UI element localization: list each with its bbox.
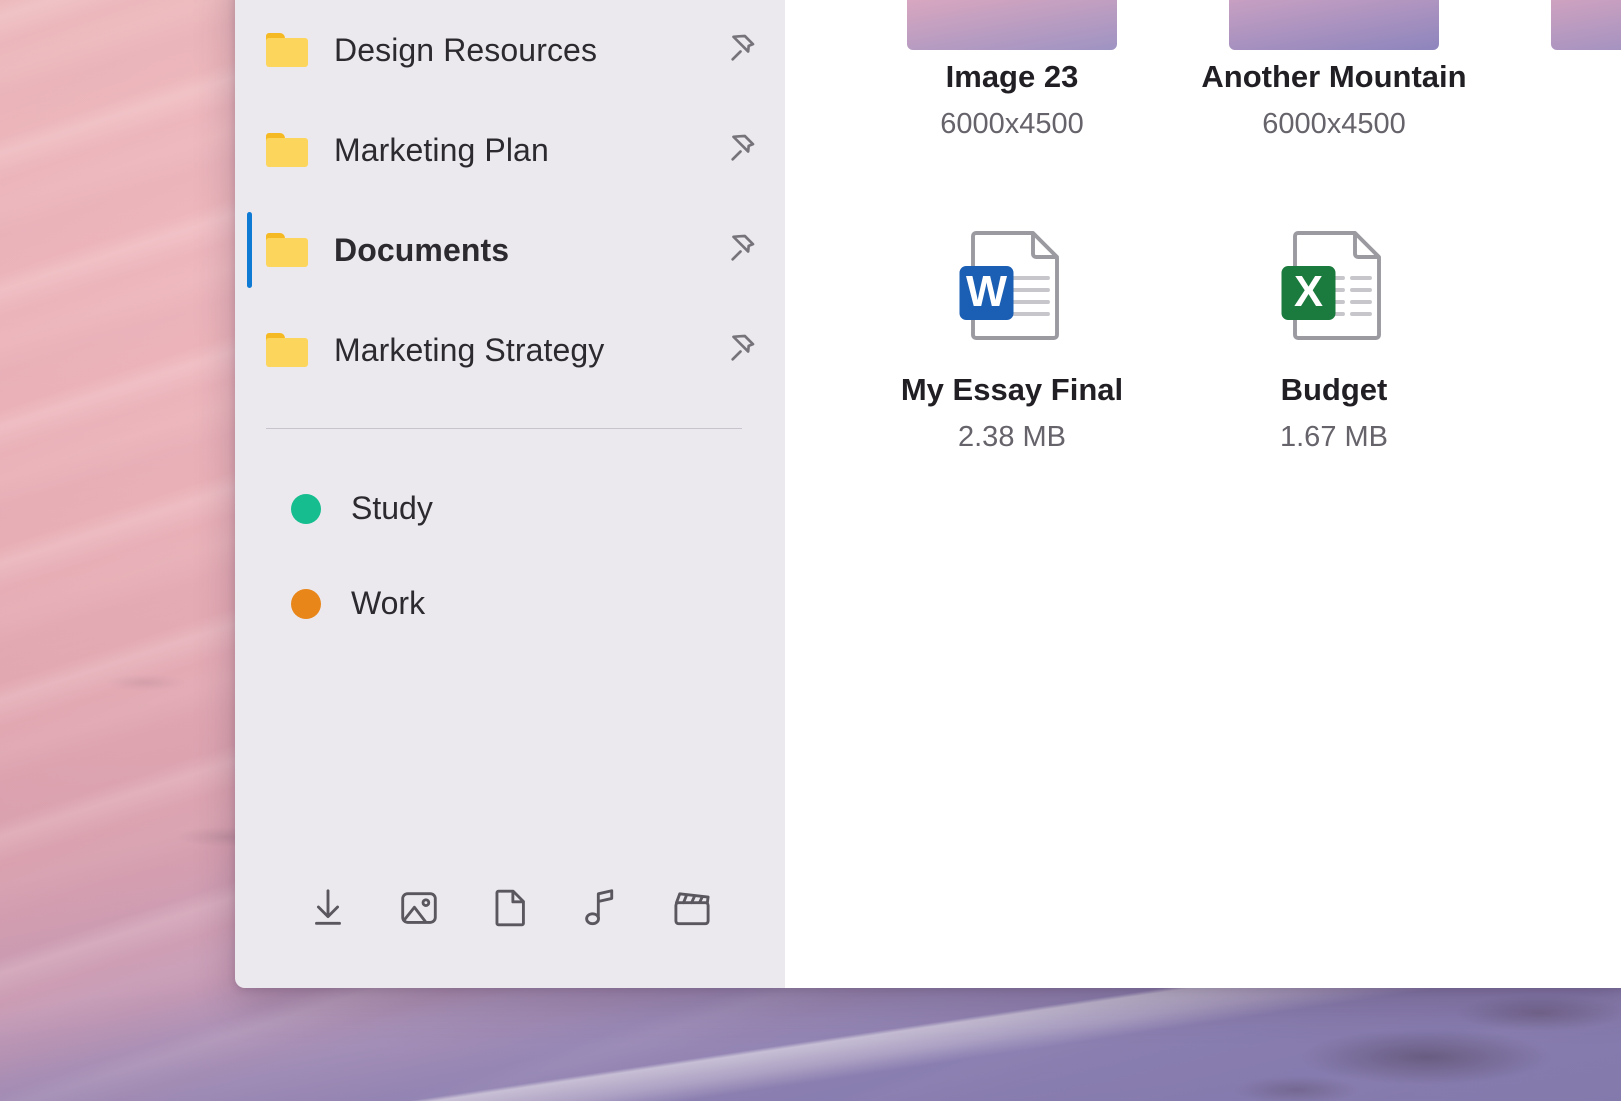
- tag-color-dot: [291, 493, 321, 524]
- file-card[interactable]: Another Mountain 6000x4500: [1173, 0, 1495, 141]
- word-document-icon: W: [907, 205, 1117, 363]
- tag-label: Work: [351, 585, 426, 621]
- sidebar-item-documents[interactable]: Documents: [235, 200, 785, 300]
- sidebar-item-label: Marketing Strategy: [334, 331, 605, 368]
- downloads-icon[interactable]: [283, 876, 374, 940]
- file-name: My Essay Final: [900, 372, 1124, 408]
- file-explorer-window: Design Resources Marketing Plan Document…: [235, 0, 1621, 988]
- photo-thumbnail: [1551, 0, 1621, 50]
- tag-list: Study Work: [235, 429, 785, 651]
- photo-thumbnail: [907, 0, 1117, 50]
- file-card[interactable]: W My Essay Final 2.38 MB: [851, 187, 1173, 454]
- svg-text:X: X: [1294, 268, 1323, 316]
- file-card[interactable]: Image 23 6000x4500: [851, 0, 1173, 141]
- desktop-wallpaper: Design Resources Marketing Plan Document…: [0, 0, 1621, 1101]
- sidebar: Design Resources Marketing Plan Document…: [235, 0, 785, 988]
- pin-icon[interactable]: [719, 330, 759, 370]
- sidebar-item-design-resources[interactable]: Design Resources: [235, 0, 785, 100]
- selection-indicator: [247, 212, 252, 288]
- videos-icon[interactable]: [646, 876, 737, 940]
- file-grid: Image 23 6000x4500 Another Mountain 6000…: [785, 0, 1621, 454]
- quick-access-bar: [235, 876, 785, 988]
- file-meta: 6000x4500: [940, 108, 1084, 141]
- folder-icon: [266, 133, 308, 167]
- sidebar-item-label: Marketing Plan: [334, 131, 549, 168]
- file-meta: 1.67 MB: [1280, 421, 1388, 454]
- svg-text:W: W: [966, 268, 1008, 316]
- sidebar-item-marketing-plan[interactable]: Marketing Plan: [235, 100, 785, 200]
- tag-color-dot: [291, 588, 321, 619]
- file-name: Image 23: [945, 59, 1079, 94]
- sidebar-tag-work[interactable]: Work: [235, 556, 785, 651]
- file-name: Budget: [1280, 372, 1388, 408]
- file-meta: 2.38 MB: [958, 421, 1066, 454]
- pin-icon[interactable]: [719, 30, 759, 70]
- file-card[interactable]: X Budget 1.67 MB: [1173, 187, 1495, 454]
- excel-document-icon: X: [1229, 205, 1439, 363]
- folder-nav-list: Design Resources Marketing Plan Document…: [235, 0, 785, 400]
- folder-icon: [266, 233, 308, 267]
- sidebar-item-label: Design Resources: [334, 31, 598, 68]
- photo-thumbnail: [1229, 0, 1439, 50]
- file-card[interactable]: 60: [1495, 0, 1621, 141]
- documents-icon[interactable]: [465, 876, 556, 940]
- folder-icon: [266, 33, 308, 67]
- pin-icon[interactable]: [719, 230, 759, 270]
- sidebar-item-label: Documents: [334, 231, 510, 268]
- tag-label: Study: [351, 490, 433, 526]
- pin-icon[interactable]: [719, 130, 759, 170]
- sidebar-tag-study[interactable]: Study: [235, 461, 785, 556]
- pictures-icon[interactable]: [374, 876, 465, 940]
- folder-icon: [266, 333, 308, 367]
- sidebar-item-marketing-strategy[interactable]: Marketing Strategy: [235, 300, 785, 400]
- file-meta: 6000x4500: [1262, 108, 1406, 141]
- file-name: Another Mountain: [1201, 59, 1467, 94]
- music-icon[interactable]: [555, 876, 646, 940]
- grid-row-gap: [851, 141, 1621, 187]
- file-grid-panel: Image 23 6000x4500 Another Mountain 6000…: [785, 0, 1621, 988]
